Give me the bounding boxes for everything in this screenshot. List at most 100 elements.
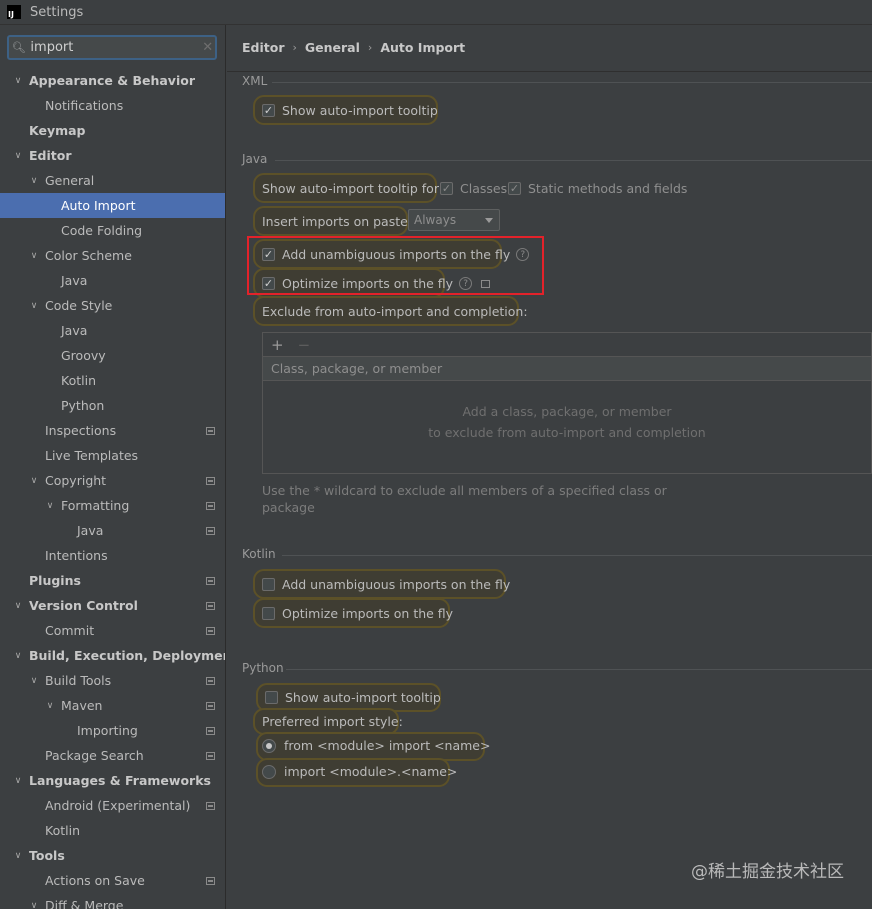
chevron-down-icon[interactable]: ∨ bbox=[28, 901, 40, 909]
wildcard-hint: Use the * wildcard to exclude all member… bbox=[262, 483, 667, 515]
add-icon[interactable]: + bbox=[271, 336, 284, 354]
sidebar-item-tools[interactable]: ∨ Tools bbox=[0, 843, 225, 868]
settings-search-box[interactable]: 🔍︎ ✕ bbox=[7, 35, 217, 60]
python-style-import-radio[interactable]: import <module>.<name> bbox=[262, 764, 457, 779]
section-divider bbox=[286, 669, 872, 670]
sidebar-item-actions-on-save[interactable]: Actions on Save bbox=[0, 868, 225, 893]
kotlin-add-unambiguous-checkbox[interactable]: Add unambiguous imports on the fly bbox=[262, 577, 510, 592]
checkbox-checked-icon[interactable]: ✓ bbox=[508, 182, 521, 195]
sidebar-item-label: Notifications bbox=[45, 98, 124, 113]
sidebar-item-diff-merge[interactable]: ∨ Diff & Merge bbox=[0, 893, 225, 909]
chevron-down-icon[interactable]: ∨ bbox=[12, 651, 24, 661]
sidebar-item-package-search[interactable]: Package Search bbox=[0, 743, 225, 768]
exclude-empty-text: Add a class, package, or member to exclu… bbox=[263, 401, 871, 443]
sidebar-item-label: Commit bbox=[45, 623, 95, 638]
sidebar-item-python[interactable]: Python bbox=[0, 393, 225, 418]
sidebar-item-android-experimental[interactable]: Android (Experimental) bbox=[0, 793, 225, 818]
chevron-down-icon[interactable]: ∨ bbox=[28, 176, 40, 186]
sidebar-item-java[interactable]: Java bbox=[0, 518, 225, 543]
chevron-down-icon[interactable]: ∨ bbox=[12, 151, 24, 161]
sidebar-item-auto-import[interactable]: Auto Import bbox=[0, 193, 225, 218]
project-scope-icon bbox=[206, 626, 215, 635]
chevron-down-icon[interactable]: ∨ bbox=[28, 476, 40, 486]
python-show-tooltip-checkbox[interactable]: Show auto-import tooltip bbox=[265, 690, 441, 705]
sidebar-item-formatting[interactable]: ∨ Formatting bbox=[0, 493, 225, 518]
sidebar-item-kotlin[interactable]: Kotlin bbox=[0, 818, 225, 843]
chevron-down-icon[interactable]: ∨ bbox=[12, 76, 24, 86]
sidebar-item-plugins[interactable]: Plugins bbox=[0, 568, 225, 593]
sidebar-item-label: Code Style bbox=[45, 298, 113, 313]
chevron-down-icon[interactable]: ∨ bbox=[28, 251, 40, 261]
chevron-down-icon[interactable]: ∨ bbox=[44, 701, 56, 711]
empty-text-line[interactable]: Add a class, package, or member bbox=[263, 401, 871, 422]
sidebar-item-label: Java bbox=[77, 523, 104, 538]
breadcrumb-item-general[interactable]: General bbox=[305, 40, 360, 55]
sidebar-item-inspections[interactable]: Inspections bbox=[0, 418, 225, 443]
checkbox-unchecked-icon[interactable] bbox=[262, 607, 275, 620]
settings-sidebar: 🔍︎ ✕ ∨ Appearance & Behavior Notifications… bbox=[0, 25, 226, 909]
radio-selected-icon[interactable] bbox=[262, 738, 276, 753]
chevron-down-icon[interactable]: ∨ bbox=[12, 601, 24, 611]
sidebar-item-label: Inspections bbox=[45, 423, 117, 438]
sidebar-item-java[interactable]: Java bbox=[0, 318, 225, 343]
sidebar-item-commit[interactable]: Commit bbox=[0, 618, 225, 643]
clear-search-icon[interactable]: ✕ bbox=[200, 40, 215, 55]
sidebar-item-java[interactable]: Java bbox=[0, 268, 225, 293]
checkbox-checked-icon[interactable]: ✓ bbox=[262, 104, 275, 117]
sidebar-item-label: Auto Import bbox=[61, 198, 136, 213]
project-scope-icon bbox=[206, 476, 215, 485]
sidebar-item-build-tools[interactable]: ∨ Build Tools bbox=[0, 668, 225, 693]
sidebar-item-maven[interactable]: ∨ Maven bbox=[0, 693, 225, 718]
settings-tree: ∨ Appearance & Behavior Notifications Keyma… bbox=[0, 68, 225, 909]
sidebar-item-languages-frameworks[interactable]: ∨ Languages & Frameworks bbox=[0, 768, 225, 793]
exclude-toolbar: + − bbox=[263, 333, 871, 357]
radio-unselected-icon[interactable] bbox=[262, 764, 276, 779]
sidebar-item-groovy[interactable]: Groovy bbox=[0, 343, 225, 368]
sidebar-item-label: Python bbox=[61, 398, 105, 413]
sidebar-item-label: Plugins bbox=[29, 573, 81, 588]
sidebar-item-general[interactable]: ∨ General bbox=[0, 168, 225, 193]
sidebar-item-notifications[interactable]: Notifications bbox=[0, 93, 225, 118]
sidebar-item-kotlin[interactable]: Kotlin bbox=[0, 368, 225, 393]
sidebar-item-version-control[interactable]: ∨ Version Control bbox=[0, 593, 225, 618]
checkbox-label: Optimize imports on the fly bbox=[282, 606, 454, 621]
kotlin-optimize-checkbox[interactable]: Optimize imports on the fly bbox=[262, 606, 453, 621]
project-scope-icon bbox=[206, 751, 215, 760]
sidebar-item-appearance-behavior[interactable]: ∨ Appearance & Behavior bbox=[0, 68, 225, 93]
sidebar-item-copyright[interactable]: ∨ Copyright bbox=[0, 468, 225, 493]
java-static-methods-checkbox[interactable]: ✓ Static methods and fields bbox=[508, 181, 687, 196]
chevron-down-icon[interactable]: ∨ bbox=[12, 851, 24, 861]
sidebar-item-code-folding[interactable]: Code Folding bbox=[0, 218, 225, 243]
insert-on-paste-dropdown[interactable]: Always bbox=[408, 209, 500, 231]
checkbox-label: Classes bbox=[460, 181, 508, 196]
xml-show-tooltip-checkbox[interactable]: ✓ Show auto-import tooltip bbox=[262, 103, 438, 118]
checkbox-checked-icon[interactable]: ✓ bbox=[440, 182, 453, 195]
chevron-down-icon[interactable]: ∨ bbox=[12, 776, 24, 786]
chevron-down-icon[interactable]: ∨ bbox=[28, 676, 40, 686]
preferred-style-label: Preferred import style: bbox=[262, 714, 403, 729]
search-icon[interactable]: 🔍︎ bbox=[9, 37, 28, 58]
sidebar-item-build-execution-deployment[interactable]: ∨ Build, Execution, Deployment bbox=[0, 643, 225, 668]
sidebar-item-label: Kotlin bbox=[61, 373, 96, 388]
breadcrumb-item-editor[interactable]: Editor bbox=[242, 40, 285, 55]
sidebar-item-intentions[interactable]: Intentions bbox=[0, 543, 225, 568]
sidebar-item-label: Package Search bbox=[45, 748, 144, 763]
sidebar-item-keymap[interactable]: Keymap bbox=[0, 118, 225, 143]
sidebar-item-color-scheme[interactable]: ∨ Color Scheme bbox=[0, 243, 225, 268]
sidebar-item-importing[interactable]: Importing bbox=[0, 718, 225, 743]
checkbox-unchecked-icon[interactable] bbox=[262, 578, 275, 591]
project-scope-icon bbox=[206, 501, 215, 510]
sidebar-item-editor[interactable]: ∨ Editor bbox=[0, 143, 225, 168]
settings-search-input[interactable] bbox=[28, 40, 201, 55]
checkbox-unchecked-icon[interactable] bbox=[265, 691, 278, 704]
sidebar-item-code-style[interactable]: ∨ Code Style bbox=[0, 293, 225, 318]
sidebar-item-label: Groovy bbox=[61, 348, 106, 363]
python-style-from-radio[interactable]: from <module> import <name> bbox=[262, 738, 490, 753]
project-scope-icon bbox=[206, 726, 215, 735]
chevron-down-icon[interactable]: ∨ bbox=[44, 501, 56, 511]
java-classes-checkbox[interactable]: ✓ Classes bbox=[440, 181, 507, 196]
chevron-down-icon[interactable]: ∨ bbox=[28, 301, 40, 311]
sidebar-item-live-templates[interactable]: Live Templates bbox=[0, 443, 225, 468]
sidebar-item-label: Copyright bbox=[45, 473, 107, 488]
sidebar-item-label: Kotlin bbox=[45, 823, 80, 838]
